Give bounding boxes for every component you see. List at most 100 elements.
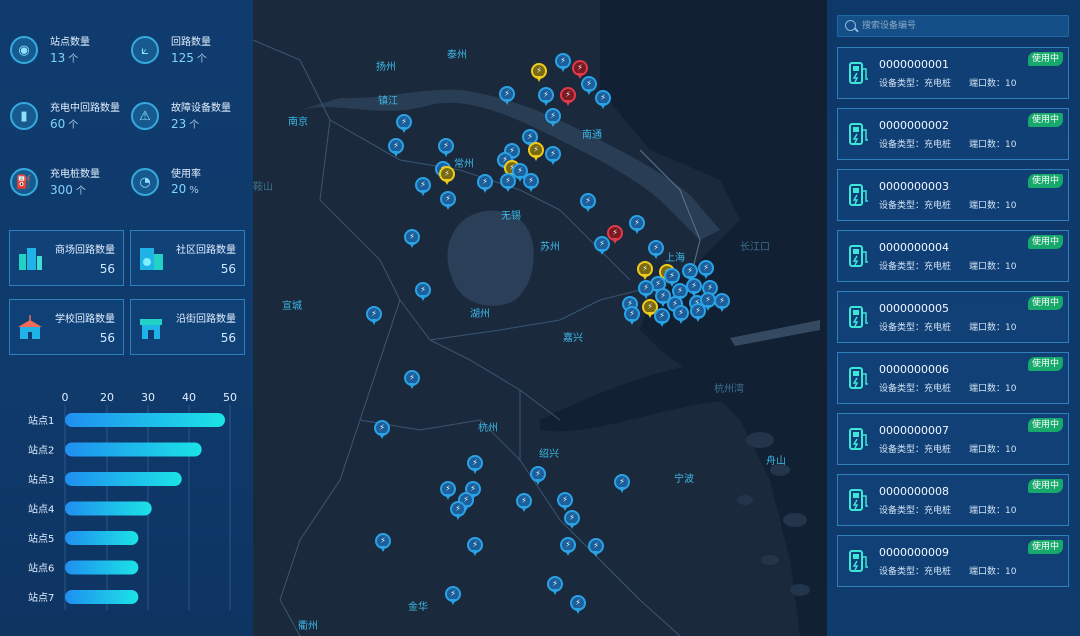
device-meta: 设备类型：充电桩 端口数：10 <box>879 259 1016 272</box>
map-station-pin[interactable]: ⚡ <box>445 586 461 606</box>
device-card[interactable]: 0000000002 设备类型：充电桩 端口数：10 使用中 <box>837 108 1069 160</box>
pin-tail <box>550 159 556 165</box>
map-station-pin[interactable]: ⚡ <box>624 306 640 326</box>
stat-label: 充电桩数量 <box>50 169 100 180</box>
circuit-card-value: 56 <box>220 331 236 345</box>
chart-x-tick: 30 <box>141 391 155 404</box>
device-id: 0000000005 <box>879 302 949 315</box>
map-station-pin[interactable]: ⚡ <box>404 229 420 249</box>
charging-pile-icon <box>849 367 868 389</box>
map-station-pin[interactable]: ⚡ <box>547 576 563 596</box>
map-city-label: 长江口 <box>740 242 770 253</box>
map-station-pin[interactable]: ⚡ <box>415 177 431 197</box>
map-city-label: 上海 <box>665 253 685 264</box>
warning-icon: ⚠ <box>131 102 159 130</box>
device-card[interactable]: 0000000003 设备类型：充电桩 端口数：10 使用中 <box>837 169 1069 221</box>
map-station-pin[interactable]: ⚡ <box>439 166 455 186</box>
map-station-pin[interactable]: ⚡ <box>440 191 456 211</box>
map-station-pin[interactable]: ⚡ <box>673 305 689 325</box>
map-station-pin[interactable]: ⚡ <box>714 293 730 313</box>
map-city-label: 南通 <box>582 130 602 141</box>
map-station-pin[interactable]: ⚡ <box>690 303 706 323</box>
map-station-pin[interactable]: ⚡ <box>595 90 611 110</box>
map-station-pin[interactable]: ⚡ <box>545 146 561 166</box>
map-station-pin[interactable]: ⚡ <box>531 63 547 83</box>
map-station-pin[interactable]: ⚡ <box>614 474 630 494</box>
map-station-pin[interactable]: ⚡ <box>396 114 412 134</box>
device-id: 0000000009 <box>879 546 949 559</box>
map-station-pin[interactable]: ⚡ <box>638 280 654 300</box>
device-card[interactable]: 0000000006 设备类型：充电桩 端口数：10 使用中 <box>837 352 1069 404</box>
map-station-pin[interactable]: ⚡ <box>545 108 561 128</box>
map-station-pin[interactable]: ⚡ <box>580 193 596 213</box>
map-station-pin[interactable]: ⚡ <box>404 370 420 390</box>
map-station-pin[interactable]: ⚡ <box>528 142 544 162</box>
map-station-pin[interactable]: ⚡ <box>523 173 539 193</box>
map-station-pin[interactable]: ⚡ <box>648 240 664 260</box>
map-station-pin[interactable]: ⚡ <box>388 138 404 158</box>
pin-tail <box>695 316 701 322</box>
status-badge: 使用中 <box>1027 479 1063 493</box>
charging-pile-icon <box>849 489 868 511</box>
map-station-pin[interactable]: ⚡ <box>588 538 604 558</box>
device-card[interactable]: 0000000005 设备类型：充电桩 端口数：10 使用中 <box>837 291 1069 343</box>
stat-label: 回路数量 <box>171 37 211 48</box>
device-ports: 端口数：10 <box>969 384 1017 394</box>
map-station-pin[interactable]: ⚡ <box>516 493 532 513</box>
map-station-pin[interactable]: ⚡ <box>629 215 645 235</box>
map-station-pin[interactable]: ⚡ <box>560 87 576 107</box>
map-station-pin[interactable]: ⚡ <box>557 492 573 512</box>
map-station-pin[interactable]: ⚡ <box>415 282 431 302</box>
status-badge: 使用中 <box>1027 174 1063 188</box>
device-card[interactable]: 0000000008 设备类型：充电桩 端口数：10 使用中 <box>837 474 1069 526</box>
map-city-label: 杭州湾 <box>714 384 744 395</box>
device-card[interactable]: 0000000001 设备类型：充电桩 端口数：10 使用中 <box>837 47 1069 99</box>
map-city-label: 宣城 <box>282 301 302 312</box>
map-city-label: 南京 <box>288 117 308 128</box>
charging-pile-icon <box>849 306 868 328</box>
charger-icon: ⛽ <box>10 168 38 196</box>
pin-tail <box>612 238 618 244</box>
map-station-pin[interactable]: ⚡ <box>560 537 576 557</box>
map-station-pin[interactable]: ⚡ <box>499 86 515 106</box>
map-city-label: 宁波 <box>674 474 694 485</box>
status-badge: 使用中 <box>1027 52 1063 66</box>
map-station-pin[interactable]: ⚡ <box>374 420 390 440</box>
map-station-pin[interactable]: ⚡ <box>375 533 391 553</box>
map-station-pin[interactable]: ⚡ <box>555 53 571 73</box>
circuit-card: 商场回路数量 56 <box>9 230 124 286</box>
map-station-pin[interactable]: ⚡ <box>594 236 610 256</box>
map-station-pin[interactable]: ⚡ <box>477 174 493 194</box>
circuit-card-label: 社区回路数量 <box>176 245 236 256</box>
map-station-pin[interactable]: ⚡ <box>467 455 483 475</box>
map-station-pin[interactable]: ⚡ <box>538 87 554 107</box>
stat-item: ◉ 站点数量 13 个 <box>0 30 118 80</box>
device-card[interactable]: 0000000007 设备类型：充电桩 端口数：10 使用中 <box>837 413 1069 465</box>
chart-y-label: 站点1 <box>28 414 54 427</box>
search-icon[interactable] <box>845 20 856 31</box>
map-station-pin[interactable]: ⚡ <box>467 537 483 557</box>
map-station-pin[interactable]: ⚡ <box>698 260 714 280</box>
map-station-pin[interactable]: ⚡ <box>654 308 670 328</box>
circuit-card-label: 商场回路数量 <box>55 245 115 256</box>
map-city-label: 鞍山 <box>253 182 273 193</box>
pin-tail <box>565 550 571 556</box>
search-box[interactable] <box>837 15 1069 37</box>
map-station-pin[interactable]: ⚡ <box>570 595 586 615</box>
mall-icon <box>19 248 42 270</box>
pin-tail <box>550 121 556 127</box>
device-card[interactable]: 0000000004 设备类型：充电桩 端口数：10 使用中 <box>837 230 1069 282</box>
pin-tail <box>409 242 415 248</box>
map-station-pin[interactable]: ⚡ <box>530 466 546 486</box>
stat-unit: 个 <box>75 186 86 197</box>
search-input[interactable] <box>862 18 1062 34</box>
device-meta: 设备类型：充电桩 端口数：10 <box>879 381 1016 394</box>
map-station-pin[interactable]: ⚡ <box>366 306 382 326</box>
map-station-pin[interactable]: ⚡ <box>450 501 466 521</box>
device-card[interactable]: 0000000009 设备类型：充电桩 端口数：10 使用中 <box>837 535 1069 587</box>
map-station-pin[interactable]: ⚡ <box>500 173 516 193</box>
map-station-pin[interactable]: ⚡ <box>438 138 454 158</box>
stat-value-row: 60 个 <box>50 116 78 131</box>
map-station-pin[interactable]: ⚡ <box>564 510 580 530</box>
map-station-pin[interactable]: ⚡ <box>440 481 456 501</box>
